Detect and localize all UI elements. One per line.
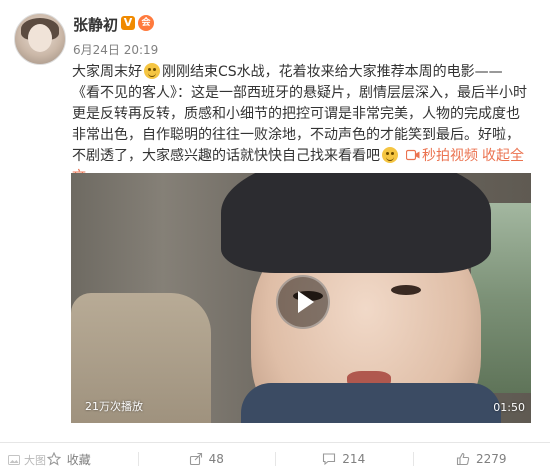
avatar[interactable] — [14, 13, 66, 65]
share-count: 48 — [209, 452, 224, 466]
post-date[interactable]: 6月24日 20:19 — [73, 41, 158, 58]
post-text-intro: 大家周末好 — [72, 64, 142, 80]
watermark: 大图 — [8, 452, 46, 468]
comment-button[interactable]: 214 — [275, 443, 413, 475]
video-frame-shirt — [241, 383, 501, 423]
image-icon — [8, 455, 20, 465]
action-bar: 收藏 48 214 2279 — [0, 442, 550, 475]
favorite-label: 收藏 — [67, 451, 91, 468]
smile-emoji-icon — [144, 63, 160, 79]
watermark-label: 大图 — [24, 452, 46, 468]
share-icon — [189, 452, 203, 466]
avatar-face — [28, 24, 52, 52]
video-link[interactable]: 秒拍视频 — [422, 148, 478, 164]
member-badge: 会 — [138, 15, 154, 31]
comment-count: 214 — [342, 452, 365, 466]
play-button[interactable] — [276, 275, 330, 329]
like-button[interactable]: 2279 — [413, 443, 550, 475]
like-count: 2279 — [476, 452, 507, 466]
shy-emoji-icon — [382, 147, 398, 163]
video-frame-cap — [221, 173, 491, 273]
comment-icon — [322, 452, 336, 466]
star-icon — [47, 452, 61, 466]
post-text: 大家周末好刚刚结束CS水战，花着妆来给大家推荐本周的电影——《看不见的客人》：这… — [72, 62, 530, 189]
share-button[interactable]: 48 — [138, 443, 276, 475]
video-icon — [406, 149, 420, 161]
username[interactable]: 张静初 — [73, 14, 118, 35]
thumbs-up-icon — [456, 452, 470, 466]
verified-badge: V — [121, 16, 135, 30]
video-frame-eye — [391, 285, 421, 295]
view-count: 21万次播放 — [85, 398, 143, 414]
video-player[interactable]: 21万次播放 01:50 — [71, 173, 531, 423]
video-duration: 01:50 — [493, 401, 525, 414]
